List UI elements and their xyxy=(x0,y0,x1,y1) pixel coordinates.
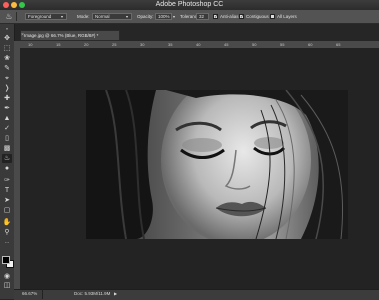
hand-tool-icon[interactable]: ✋ xyxy=(2,218,12,227)
pen-tool-icon[interactable]: ✑ xyxy=(2,176,12,185)
status-bar xyxy=(14,289,379,300)
paint-bucket-tool-icon[interactable]: ♨ xyxy=(2,154,12,163)
tolerance-input[interactable]: 32 xyxy=(196,13,209,20)
more-tools-icon[interactable]: … xyxy=(2,238,12,247)
ruler-tick-label: 55 xyxy=(280,42,285,47)
quick-mask-icon[interactable]: ◉ xyxy=(2,272,12,281)
status-menu-arrow-icon[interactable]: ▶ xyxy=(114,289,117,299)
history-brush-tool-icon[interactable]: ✓ xyxy=(2,124,12,133)
ruler-tick-label: 35 xyxy=(168,42,173,47)
chevron-down-icon: ▾ xyxy=(173,14,176,19)
healing-brush-tool-icon[interactable]: ✚ xyxy=(2,94,12,103)
ruler-tick-label: 30 xyxy=(140,42,145,47)
marquee-tool-icon[interactable]: ⬚ xyxy=(2,44,12,53)
chevron-down-icon: ▾ xyxy=(61,14,64,19)
path-selection-tool-icon[interactable]: ➤ xyxy=(2,196,12,205)
quick-selection-tool-icon[interactable]: ✎ xyxy=(2,64,12,73)
clone-stamp-tool-icon[interactable]: ▲ xyxy=(2,114,12,123)
move-tool-icon[interactable]: ✥ xyxy=(2,34,12,43)
ruler-tick-label: 50 xyxy=(252,42,257,47)
contiguous-label: Contiguous xyxy=(246,14,269,19)
mode-label: Mode: xyxy=(77,14,90,19)
opacity-label: Opacity: xyxy=(137,14,154,19)
document-image[interactable] xyxy=(86,90,348,239)
anti-alias-checkbox[interactable]: ✓ xyxy=(213,14,218,20)
anti-alias-label: Anti-alias xyxy=(220,14,239,19)
ruler-tick-label: 20 xyxy=(84,42,89,47)
all-layers-label: All Layers xyxy=(277,14,297,19)
app-title: Adobe Photoshop CC xyxy=(155,1,224,8)
opacity-input[interactable]: 100% xyxy=(155,13,172,20)
status-divider xyxy=(42,289,43,299)
eyedropper-tool-icon[interactable]: ❭ xyxy=(2,84,12,93)
ruler-tick-label: 65 xyxy=(336,42,341,47)
crop-tool-icon[interactable]: ⌖ xyxy=(2,74,12,83)
ruler-tick-label: 40 xyxy=(196,42,201,47)
dodge-tool-icon[interactable]: ● xyxy=(2,164,12,173)
ruler-tick-label: 45 xyxy=(224,42,229,47)
type-tool-icon[interactable]: T xyxy=(2,186,12,195)
lasso-tool-icon[interactable]: ❀ xyxy=(2,54,12,63)
ruler-tick-label: 10 xyxy=(28,42,33,47)
brush-tool-icon[interactable]: ✒ xyxy=(2,104,12,113)
ruler-tick-label: 15 xyxy=(56,42,61,47)
chevron-down-icon: ▾ xyxy=(126,14,129,19)
ruler-tick-label: 25 xyxy=(112,42,117,47)
ruler-tick-label: 60 xyxy=(308,42,313,47)
panel-collapse-icon[interactable]: « xyxy=(2,26,12,32)
options-divider xyxy=(16,12,17,21)
zoom-tool-icon[interactable]: ⚲ xyxy=(2,228,12,237)
document-tab-title: Image.jpg @ 66.7% (Blue, RGB/8#) * xyxy=(24,33,99,38)
foreground-color-swatch[interactable] xyxy=(2,256,10,264)
paint-bucket-icon[interactable]: ♨ xyxy=(3,11,15,22)
all-layers-checkbox[interactable] xyxy=(270,14,275,19)
zoom-level[interactable]: 66.67% xyxy=(22,289,37,299)
screen-mode-icon[interactable]: ◫ xyxy=(2,281,12,290)
gradient-tool-icon[interactable]: ▩ xyxy=(2,144,12,153)
contiguous-checkbox[interactable]: ✓ xyxy=(239,14,244,20)
document-size: Doc: 5.93M/11.9M xyxy=(74,291,111,296)
portrait-photo xyxy=(86,90,348,239)
eraser-tool-icon[interactable]: ▯ xyxy=(2,134,12,143)
rectangle-tool-icon[interactable]: ▢ xyxy=(2,206,12,215)
